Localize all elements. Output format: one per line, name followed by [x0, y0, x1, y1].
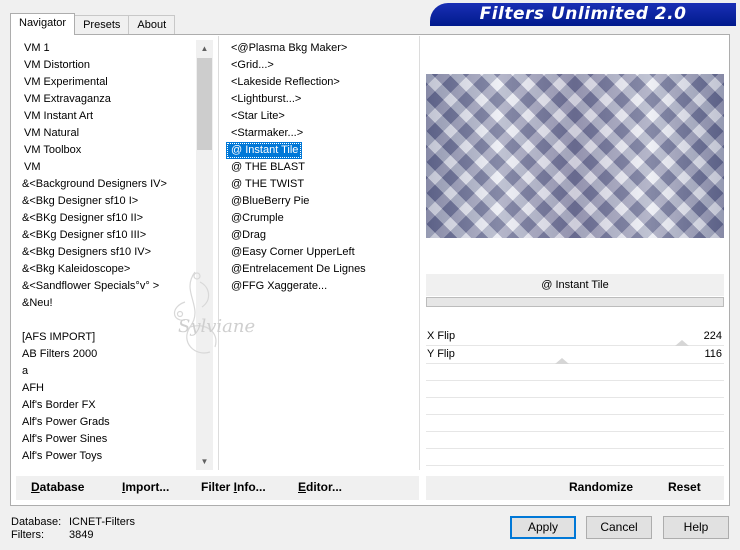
filter-item[interactable]: <@Plasma Bkg Maker> — [226, 40, 416, 57]
tab-navigator[interactable]: Navigator — [10, 13, 76, 35]
scroll-thumb[interactable] — [197, 58, 212, 150]
divider — [419, 36, 420, 470]
filter-item[interactable]: @FFG Xaggerate... — [226, 278, 416, 295]
category-item[interactable]: Alf's Power Toys — [18, 448, 196, 465]
scroll-up-icon[interactable]: ▲ — [196, 40, 213, 57]
empty-param-row — [426, 364, 724, 381]
empty-param-row — [426, 415, 724, 432]
tab-presets[interactable]: Presets — [74, 15, 130, 35]
apply-button[interactable]: Apply — [510, 516, 576, 539]
database-label: Database: — [11, 516, 62, 528]
category-item[interactable]: &<Bkg Designer sf10 I> — [18, 193, 196, 210]
empty-param-row — [426, 398, 724, 415]
progress-bar — [426, 297, 724, 307]
filter-item[interactable]: @Easy Corner UpperLeft — [226, 244, 416, 261]
empty-param-row — [426, 381, 724, 398]
filter-item[interactable]: <Lakeside Reflection> — [226, 74, 416, 91]
filter-item[interactable]: <Star Lite> — [226, 108, 416, 125]
filter-item[interactable]: @Drag — [226, 227, 416, 244]
category-item[interactable]: VM Extravaganza — [18, 91, 196, 108]
filter-item[interactable]: <Grid...> — [226, 57, 416, 74]
filter-info-button[interactable]: Filter Info... — [201, 480, 266, 494]
filter-item[interactable]: <Starmaker...> — [226, 125, 416, 142]
editor-button[interactable]: Editor... — [298, 480, 342, 494]
slider-x-flip[interactable]: X Flip 224 — [426, 328, 724, 346]
category-item[interactable]: VM Experimental — [18, 74, 196, 91]
divider — [218, 36, 219, 470]
filters-label: Filters: — [11, 529, 44, 541]
category-item[interactable]: VM Distortion — [18, 57, 196, 74]
randomize-button[interactable]: Randomize — [569, 480, 633, 494]
filter-item[interactable]: @Entrelacement De Lignes — [226, 261, 416, 278]
selected-filter-name: @ Instant Tile — [426, 274, 724, 296]
filter-item[interactable]: @ THE TWIST — [226, 176, 416, 193]
category-item[interactable]: AB Filters 2000 — [18, 346, 196, 363]
filters-count: 3849 — [69, 529, 94, 541]
bottom-toolbar-left: Database Import... Filter Info... Editor… — [16, 476, 419, 500]
filter-item[interactable]: @ THE BLAST — [226, 159, 416, 176]
reset-button[interactable]: Reset — [668, 480, 701, 494]
filter-item[interactable]: @ Instant Tile — [226, 142, 302, 159]
param-value: 224 — [703, 330, 722, 342]
category-item[interactable]: VM Toolbox — [18, 142, 196, 159]
category-item[interactable]: VM — [18, 159, 196, 176]
category-item[interactable] — [18, 312, 196, 329]
category-item[interactable]: Alf's Power Sines — [18, 431, 196, 448]
category-item[interactable]: AFH — [18, 380, 196, 397]
filter-item[interactable]: <Lightburst...> — [226, 91, 416, 108]
slider-y-flip[interactable]: Y Flip 116 — [426, 346, 724, 364]
parameter-panel: X Flip 224 Y Flip 116 — [426, 328, 724, 473]
scroll-down-icon[interactable]: ▼ — [196, 453, 213, 470]
category-item[interactable]: a — [18, 363, 196, 380]
param-label: X Flip — [427, 330, 456, 342]
tab-strip: Navigator Presets About — [10, 13, 176, 35]
category-item[interactable]: Alf's Border FX — [18, 397, 196, 414]
bottom-toolbar-right: Randomize Reset — [426, 476, 724, 500]
category-item[interactable]: &<BKg Designer sf10 II> — [18, 210, 196, 227]
category-item[interactable]: VM Natural — [18, 125, 196, 142]
category-scrollbar[interactable]: ▲ ▼ — [196, 40, 213, 470]
database-value: ICNET-Filters — [69, 516, 135, 528]
preview-image — [426, 74, 724, 238]
category-item[interactable]: &Neu! — [18, 295, 196, 312]
category-list[interactable]: VM 1 VM Distortion VM Experimental VM Extra… — [18, 40, 196, 468]
category-item[interactable]: VM Instant Art — [18, 108, 196, 125]
category-item[interactable]: &<Sandflower Specials°v° > — [18, 278, 196, 295]
category-item[interactable]: &<BKg Designer sf10 III> — [18, 227, 196, 244]
empty-param-row — [426, 449, 724, 466]
param-label: Y Flip — [427, 348, 455, 360]
database-button[interactable]: Database — [31, 480, 84, 494]
status-info: Database: ICNET-Filters Filters: 3849 — [11, 516, 135, 542]
category-item[interactable]: Alf's Power Grads — [18, 414, 196, 431]
filter-list[interactable]: <@Plasma Bkg Maker> <Grid...> <Lakeside Re… — [226, 40, 416, 300]
category-item[interactable]: &<Background Designers IV> — [18, 176, 196, 193]
slider-thumb[interactable] — [555, 358, 570, 364]
import-button[interactable]: Import... — [122, 480, 169, 494]
category-item[interactable]: [AFS IMPORT] — [18, 329, 196, 346]
cancel-button[interactable]: Cancel — [586, 516, 652, 539]
tab-about[interactable]: About — [128, 15, 176, 35]
category-item[interactable]: &<Bkg Kaleidoscope> — [18, 261, 196, 278]
filter-item[interactable]: @Crumple — [226, 210, 416, 227]
category-item[interactable]: &<Bkg Designers sf10 IV> — [18, 244, 196, 261]
empty-param-row — [426, 432, 724, 449]
category-item[interactable]: VM 1 — [18, 40, 196, 57]
param-value: 116 — [704, 348, 722, 360]
app-title: Filters Unlimited 2.0 — [430, 3, 736, 26]
filter-item[interactable]: @BlueBerry Pie — [226, 193, 416, 210]
help-button[interactable]: Help — [663, 516, 729, 539]
